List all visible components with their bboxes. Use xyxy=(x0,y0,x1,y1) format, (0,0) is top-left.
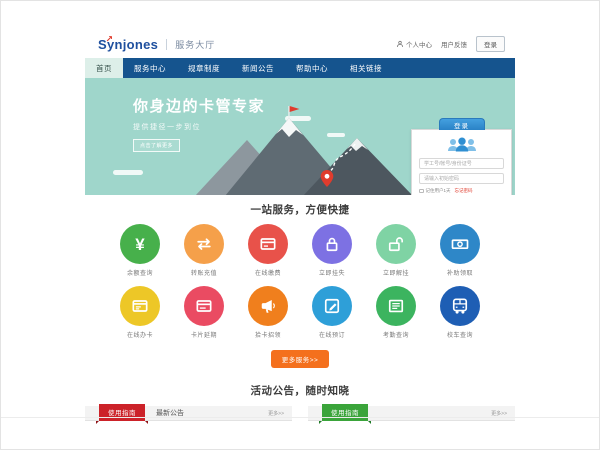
hero-more-button[interactable]: 点击了解更多 xyxy=(133,139,180,152)
site-name: 服务大厅 xyxy=(175,38,215,51)
cloud xyxy=(113,170,143,175)
left-announcement-bar: 使用指南 最新公告 更多>> xyxy=(85,406,292,421)
right-more-link[interactable]: 更多>> xyxy=(491,410,507,417)
logo-arrow-icon: ↗ xyxy=(106,34,114,45)
personal-center-link[interactable]: 个人中心 xyxy=(396,39,432,49)
nav-item-links[interactable]: 相关链接 xyxy=(339,58,393,78)
service-unfreeze[interactable]: 立即解挂 xyxy=(364,224,428,277)
service-payment[interactable]: 在线缴费 xyxy=(236,224,300,277)
remember-row: 记住用户1天 忘记密码 xyxy=(419,188,504,194)
remember-checkbox[interactable] xyxy=(419,189,424,194)
service-balance[interactable]: ¥ 余额查询 xyxy=(108,224,172,277)
services-title: 一站服务，方便快捷 xyxy=(85,202,515,217)
hero-title: 你身边的卡管专家 xyxy=(133,95,265,116)
person-icon xyxy=(396,40,404,48)
hero-banner: 你身边的卡管专家 提供捷径一步到位 点击了解更多 登录 xyxy=(85,78,515,195)
edit-icon xyxy=(322,296,342,316)
header-login-button[interactable]: 登录 xyxy=(476,36,505,52)
transfer-icon xyxy=(194,234,214,254)
remember-label: 记住用户1天 xyxy=(426,188,451,194)
forgot-password-link[interactable]: 忘记密码 xyxy=(455,188,473,194)
unlock-icon xyxy=(386,234,406,254)
top-header: Synjones ↗ 服务大厅 个人中心 用户反馈 登录 xyxy=(85,30,515,58)
right-announcement-bar: 使用指南 更多>> xyxy=(308,406,515,421)
service-apply-card[interactable]: 在线办卡 xyxy=(108,286,172,339)
card-renew-icon xyxy=(194,296,214,316)
attendance-list-icon xyxy=(386,296,406,316)
username-input[interactable] xyxy=(419,158,504,169)
yen-icon: ¥ xyxy=(135,236,144,253)
service-transfer[interactable]: 转账充值 xyxy=(172,224,236,277)
nav-item-service-center[interactable]: 服务中心 xyxy=(123,58,177,78)
megaphone-icon xyxy=(258,296,278,316)
banknote-icon xyxy=(450,234,470,254)
announcements-title: 活动公告，随时知晓 xyxy=(85,383,515,398)
nav-item-rules[interactable]: 规章制度 xyxy=(177,58,231,78)
services-grid: ¥ 余额查询 转账充值 在线缴费 立即挂失 xyxy=(108,224,492,339)
hero-copy: 你身边的卡管专家 提供捷径一步到位 点击了解更多 xyxy=(133,95,265,152)
nav-item-help[interactable]: 帮助中心 xyxy=(285,58,339,78)
announcement-bars: 使用指南 最新公告 更多>> 使用指南 更多>> xyxy=(85,406,515,421)
login-panel: 登录 记住用户1天 忘记密码 cy xyxy=(411,118,512,195)
service-lost-found[interactable]: 拾卡招领 xyxy=(236,286,300,339)
feedback-link[interactable]: 用户反馈 xyxy=(441,39,467,49)
logo[interactable]: Synjones ↗ xyxy=(98,37,158,52)
page-bottom-edge xyxy=(0,417,600,418)
services-section: 一站服务，方便快捷 ¥ 余额查询 转账充值 在线缴费 xyxy=(85,195,515,368)
service-online-booking[interactable]: 在线预订 xyxy=(300,286,364,339)
service-card-renew[interactable]: 卡片延期 xyxy=(172,286,236,339)
service-report-loss[interactable]: 立即挂失 xyxy=(300,224,364,277)
header-divider xyxy=(166,39,167,50)
login-tab[interactable]: 登录 xyxy=(439,118,485,130)
nav-item-news[interactable]: 新闻公告 xyxy=(231,58,285,78)
nav-item-home[interactable]: 首页 xyxy=(85,58,123,78)
password-input[interactable] xyxy=(419,173,504,184)
hero-subtitle: 提供捷径一步到位 xyxy=(133,122,265,132)
main-nav: 首页 服务中心 规章制度 新闻公告 帮助中心 相关链接 xyxy=(85,58,515,78)
service-subsidy[interactable]: 补助领取 xyxy=(428,224,492,277)
users-group-icon xyxy=(419,137,504,152)
left-more-link[interactable]: 更多>> xyxy=(268,410,284,417)
bus-icon xyxy=(450,296,470,316)
service-attendance[interactable]: 考勤查询 xyxy=(364,286,428,339)
bank-card-icon xyxy=(258,234,278,254)
lock-icon xyxy=(322,234,342,254)
header-links: 个人中心 用户反馈 登录 xyxy=(396,36,505,52)
login-form: 记住用户1天 忘记密码 cyjp 换一换 登录 xyxy=(411,129,512,195)
service-school-bus[interactable]: 校车查询 xyxy=(428,286,492,339)
page-container: Synjones ↗ 服务大厅 个人中心 用户反馈 登录 首页 服务中心 规章制… xyxy=(85,30,515,421)
more-services-button[interactable]: 更多服务>> xyxy=(271,350,330,368)
card-apply-icon xyxy=(130,296,150,316)
